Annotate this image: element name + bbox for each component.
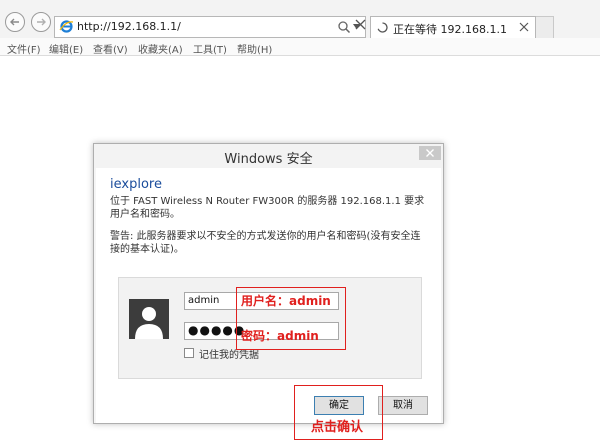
remember-credentials-checkbox[interactable] <box>184 348 194 358</box>
back-arrow-icon <box>10 18 19 26</box>
close-icon[interactable] <box>354 18 367 31</box>
forward-button[interactable] <box>31 12 51 32</box>
annotation-click-note: 点击确认 <box>311 420 364 435</box>
tab-title: 正在等待 192.168.1.1 <box>393 23 507 36</box>
menu-item-help[interactable]: 帮助(H) <box>237 41 272 56</box>
search-icon[interactable] <box>337 20 351 34</box>
security-dialog: Windows 安全 iexplore 位于 FAST Wireless N R… <box>93 143 444 424</box>
close-icon <box>426 149 434 157</box>
menu-item-tools[interactable]: 工具(T) <box>193 41 227 56</box>
loading-spinner-icon <box>377 22 388 33</box>
dialog-close-button[interactable] <box>419 146 441 160</box>
server-message: 位于 FAST Wireless N Router FW300R 的服务器 19… <box>110 196 425 220</box>
navigation-bar: http://192.168.1.1/ 正在等待 192.168.1.1 <box>0 0 600 38</box>
annotation-username-note: 用户名：admin <box>241 294 331 308</box>
browser-window: http://192.168.1.1/ 正在等待 192.168.1.1 文件(… <box>0 0 600 448</box>
menu-item-edit[interactable]: 编辑(E) <box>49 41 83 56</box>
app-name: iexplore <box>110 177 162 192</box>
address-url: http://192.168.1.1/ <box>77 20 181 33</box>
annotation-password-note: 密码：admin <box>241 329 319 343</box>
menu-item-file[interactable]: 文件(F) <box>7 41 41 56</box>
cancel-button[interactable]: 取消 <box>378 396 428 415</box>
user-avatar-icon <box>129 299 169 339</box>
menu-item-favorites[interactable]: 收藏夹(A) <box>138 41 183 56</box>
menu-bar: 文件(F) 编辑(E) 查看(V) 收藏夹(A) 工具(T) 帮助(H) <box>0 38 600 56</box>
ie-logo-icon <box>59 20 74 33</box>
close-icon[interactable] <box>519 22 529 32</box>
address-bar[interactable]: http://192.168.1.1/ <box>54 16 366 38</box>
new-tab-button[interactable] <box>536 16 554 38</box>
forward-arrow-icon <box>37 18 46 26</box>
dialog-titlebar[interactable]: Windows 安全 <box>94 144 443 168</box>
tab-active[interactable]: 正在等待 192.168.1.1 <box>370 16 536 38</box>
dialog-title: Windows 安全 <box>224 152 313 167</box>
back-button[interactable] <box>5 12 25 32</box>
warning-message: 警告: 此服务器要求以不安全的方式发送你的用户名和密码(没有安全连接的基本认证)… <box>110 231 421 255</box>
menu-item-view[interactable]: 查看(V) <box>93 41 128 56</box>
